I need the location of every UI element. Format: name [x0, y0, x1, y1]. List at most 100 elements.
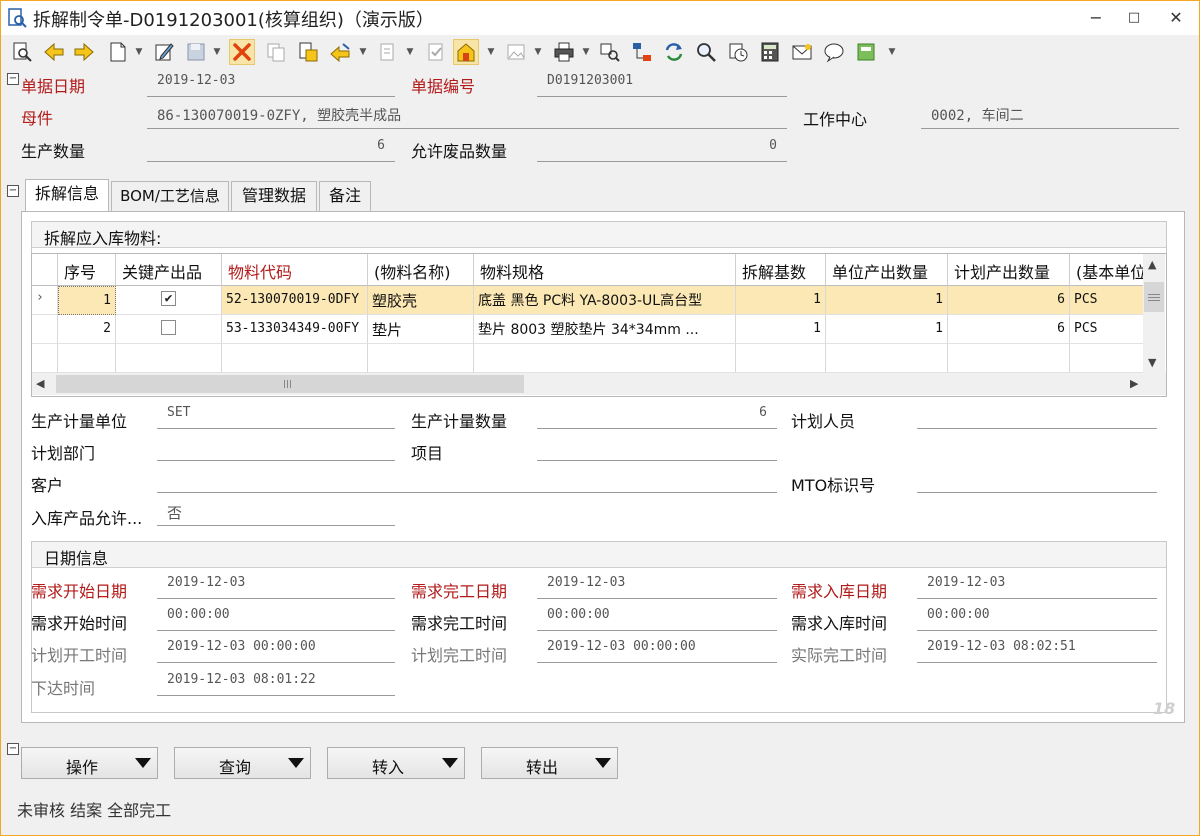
table-cell-empty[interactable] — [1070, 344, 1146, 373]
table-cell-empty[interactable] — [736, 344, 826, 373]
required-start-time-field[interactable]: 00:00:00 — [157, 603, 395, 631]
scroll-right-icon[interactable]: ▶ — [1130, 377, 1138, 390]
column-header-base-qty[interactable]: 拆解基数 — [736, 254, 826, 286]
table-cell-empty[interactable] — [58, 344, 116, 373]
table-cell-item-spec[interactable]: 底盖 黑色 PC料 YA-8003-UL高台型 — [474, 286, 736, 315]
attachment-dropdown-icon[interactable]: ▼ — [405, 45, 415, 59]
header-collapse-toggle[interactable]: − — [7, 73, 19, 85]
refresh-button[interactable] — [661, 39, 687, 65]
planned-finish-time-field[interactable]: 2019-12-03 00:00:00 — [537, 635, 777, 663]
preview-button[interactable] — [9, 39, 35, 65]
column-header-unit-output[interactable]: 单位产出数量 — [826, 254, 948, 286]
table-cell-key-output[interactable] — [116, 315, 222, 344]
history-button[interactable] — [725, 39, 751, 65]
tab-remarks[interactable]: 备注 — [319, 181, 371, 211]
table-cell-seq[interactable]: 2 — [58, 315, 116, 344]
table-cell-key-output[interactable]: ✔ — [116, 286, 222, 315]
column-header-seq[interactable]: 序号 — [58, 254, 116, 286]
required-finish-date-field[interactable]: 2019-12-03 — [537, 571, 777, 599]
table-cell-planned-output[interactable]: 6 — [948, 315, 1070, 344]
required-start-date-field[interactable]: 2019-12-03 — [157, 571, 395, 599]
vertical-scroll-thumb[interactable] — [1144, 282, 1164, 312]
grid-horizontal-scrollbar[interactable]: ◀ ▶ — [32, 373, 1166, 395]
table-cell-empty[interactable] — [222, 344, 368, 373]
check-button[interactable] — [423, 39, 449, 65]
production-quantity-field[interactable]: 6 — [147, 134, 395, 162]
table-cell-item-code[interactable]: 53-133034349-00FY — [222, 315, 368, 344]
find-button[interactable] — [693, 39, 719, 65]
planner-field[interactable] — [917, 401, 1157, 429]
maximize-button[interactable]: □ — [1119, 7, 1149, 29]
flow-button[interactable] — [629, 39, 655, 65]
horizontal-scroll-thumb[interactable] — [56, 375, 524, 393]
table-cell-empty[interactable] — [368, 344, 474, 373]
bill-date-field[interactable]: 2019-12-03 — [147, 69, 395, 97]
close-button[interactable]: ✕ — [1161, 7, 1191, 29]
table-cell-item-code[interactable]: 52-130070019-0DFY — [222, 286, 368, 315]
column-header-key-output[interactable]: 关键产出品 — [116, 254, 222, 286]
allow-inbound-field[interactable]: 否 — [157, 498, 395, 526]
transfer-in-button[interactable]: 转入 — [327, 747, 465, 779]
parent-item-field[interactable]: 86-130070019-0ZFY, 塑胶壳半成品 — [147, 101, 787, 129]
sms-button[interactable] — [853, 39, 879, 65]
delete-button[interactable] — [229, 39, 255, 65]
required-finish-time-field[interactable]: 00:00:00 — [537, 603, 777, 631]
tab-bom-process[interactable]: BOM/工艺信息 — [111, 181, 229, 211]
planning-department-field[interactable] — [157, 433, 395, 461]
transfer-out-button[interactable]: 转出 — [481, 747, 618, 779]
scroll-left-icon[interactable]: ◀ — [36, 377, 44, 390]
table-cell-empty[interactable] — [826, 344, 948, 373]
transfer-dropdown-icon[interactable]: ▼ — [358, 45, 368, 59]
transfer-button[interactable] — [327, 39, 353, 65]
source-bill-button[interactable] — [597, 39, 623, 65]
customer-field[interactable] — [157, 465, 777, 493]
footer-collapse-toggle[interactable]: − — [7, 743, 19, 755]
attachment-button[interactable] — [375, 39, 401, 65]
email-button[interactable] — [789, 39, 815, 65]
table-cell-base-qty[interactable]: 1 — [736, 286, 826, 315]
message-button[interactable] — [821, 39, 847, 65]
table-cell-empty[interactable] — [948, 344, 1070, 373]
print-button[interactable] — [551, 39, 577, 65]
planned-start-time-field[interactable]: 2019-12-03 00:00:00 — [157, 635, 395, 663]
key-output-checkbox[interactable] — [161, 320, 176, 335]
table-cell-unit-output[interactable]: 1 — [826, 315, 948, 344]
project-field[interactable] — [537, 433, 777, 461]
image-dropdown-icon[interactable]: ▼ — [533, 45, 543, 59]
image-button[interactable] — [503, 39, 529, 65]
close-bill-dropdown-icon[interactable]: ▼ — [486, 45, 496, 59]
operate-button[interactable]: 操作 — [21, 747, 158, 779]
column-header-item-name[interactable]: (物料名称) — [368, 254, 474, 286]
work-center-field[interactable]: 0002, 车间二 — [921, 101, 1179, 129]
column-header-base-unit[interactable]: (基本单位 — [1070, 254, 1146, 286]
scroll-down-icon[interactable]: ▼ — [1148, 356, 1156, 369]
release-time-field[interactable]: 2019-12-03 08:01:22 — [157, 668, 395, 696]
next-button[interactable] — [71, 39, 97, 65]
allowed-scrap-field[interactable]: 0 — [537, 134, 787, 162]
table-cell-item-spec[interactable]: 垫片 8003 塑胶垫片 34*34mm ... — [474, 315, 736, 344]
key-output-checkbox[interactable]: ✔ — [161, 291, 176, 306]
column-header-planned-output[interactable]: 计划产出数量 — [948, 254, 1070, 286]
tab-disassembly-info[interactable]: 拆解信息 — [25, 179, 109, 212]
production-unit-field[interactable]: SET — [157, 401, 395, 429]
new-button[interactable] — [105, 39, 131, 65]
bill-number-field[interactable]: D0191203001 — [537, 69, 787, 97]
grid-vertical-scrollbar[interactable]: ▲ ▼ — [1143, 254, 1165, 373]
column-header-item-code[interactable]: 物料代码 — [222, 254, 368, 286]
required-inbound-date-field[interactable]: 2019-12-03 — [917, 571, 1157, 599]
table-cell-base-qty[interactable]: 1 — [736, 315, 826, 344]
query-button[interactable]: 查询 — [174, 747, 311, 779]
minimize-button[interactable]: − — [1081, 7, 1111, 29]
save-dropdown-icon[interactable]: ▼ — [212, 45, 222, 59]
body-collapse-toggle[interactable]: − — [7, 185, 19, 197]
table-cell-empty[interactable] — [474, 344, 736, 373]
table-cell-item-name[interactable]: 塑胶壳 — [368, 286, 474, 315]
edit-button[interactable] — [151, 39, 177, 65]
table-cell-planned-output[interactable]: 6 — [948, 286, 1070, 315]
copy-button[interactable] — [263, 39, 289, 65]
audit-button[interactable] — [295, 39, 321, 65]
scroll-up-icon[interactable]: ▲ — [1148, 258, 1156, 271]
tab-management-data[interactable]: 管理数据 — [231, 181, 317, 211]
required-inbound-time-field[interactable]: 00:00:00 — [917, 603, 1157, 631]
table-cell-item-name[interactable]: 垫片 — [368, 315, 474, 344]
